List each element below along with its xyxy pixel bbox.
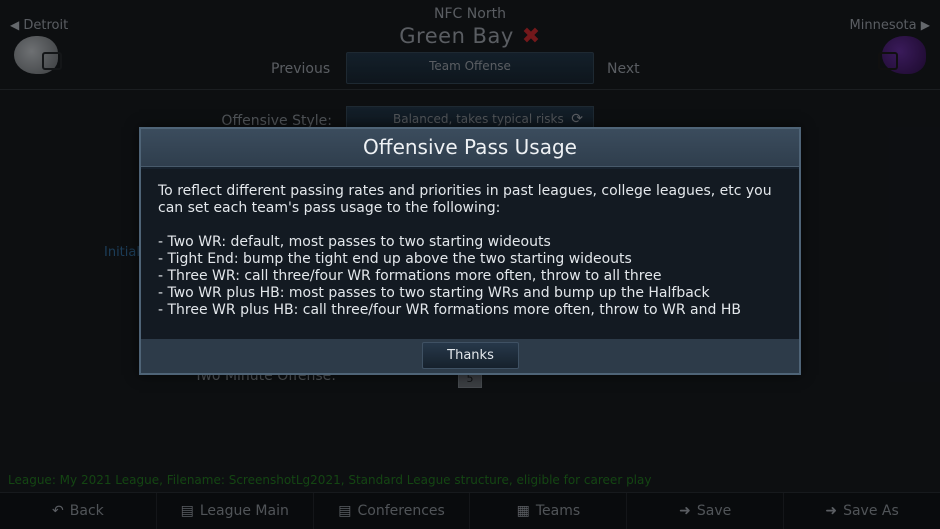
option-tight-end: - Tight End: bump the tight end up above… — [158, 251, 632, 267]
dialog-body: To reflect different passing rates and p… — [141, 169, 799, 339]
thanks-button[interactable]: Thanks — [422, 342, 519, 369]
dialog-title: Offensive Pass Usage — [141, 129, 799, 167]
dialog-intro: To reflect different passing rates and p… — [158, 183, 772, 216]
option-two-wr-plus-hb: - Two WR plus HB: most passes to two sta… — [158, 285, 710, 301]
pass-usage-dialog: Offensive Pass Usage To reflect differen… — [139, 127, 801, 375]
option-three-wr-plus-hb: - Three WR plus HB: call three/four WR f… — [158, 302, 741, 318]
option-three-wr: - Three WR: call three/four WR formation… — [158, 268, 662, 284]
dialog-footer: Thanks — [141, 339, 799, 373]
option-two-wr: - Two WR: default, most passes to two st… — [158, 234, 551, 250]
